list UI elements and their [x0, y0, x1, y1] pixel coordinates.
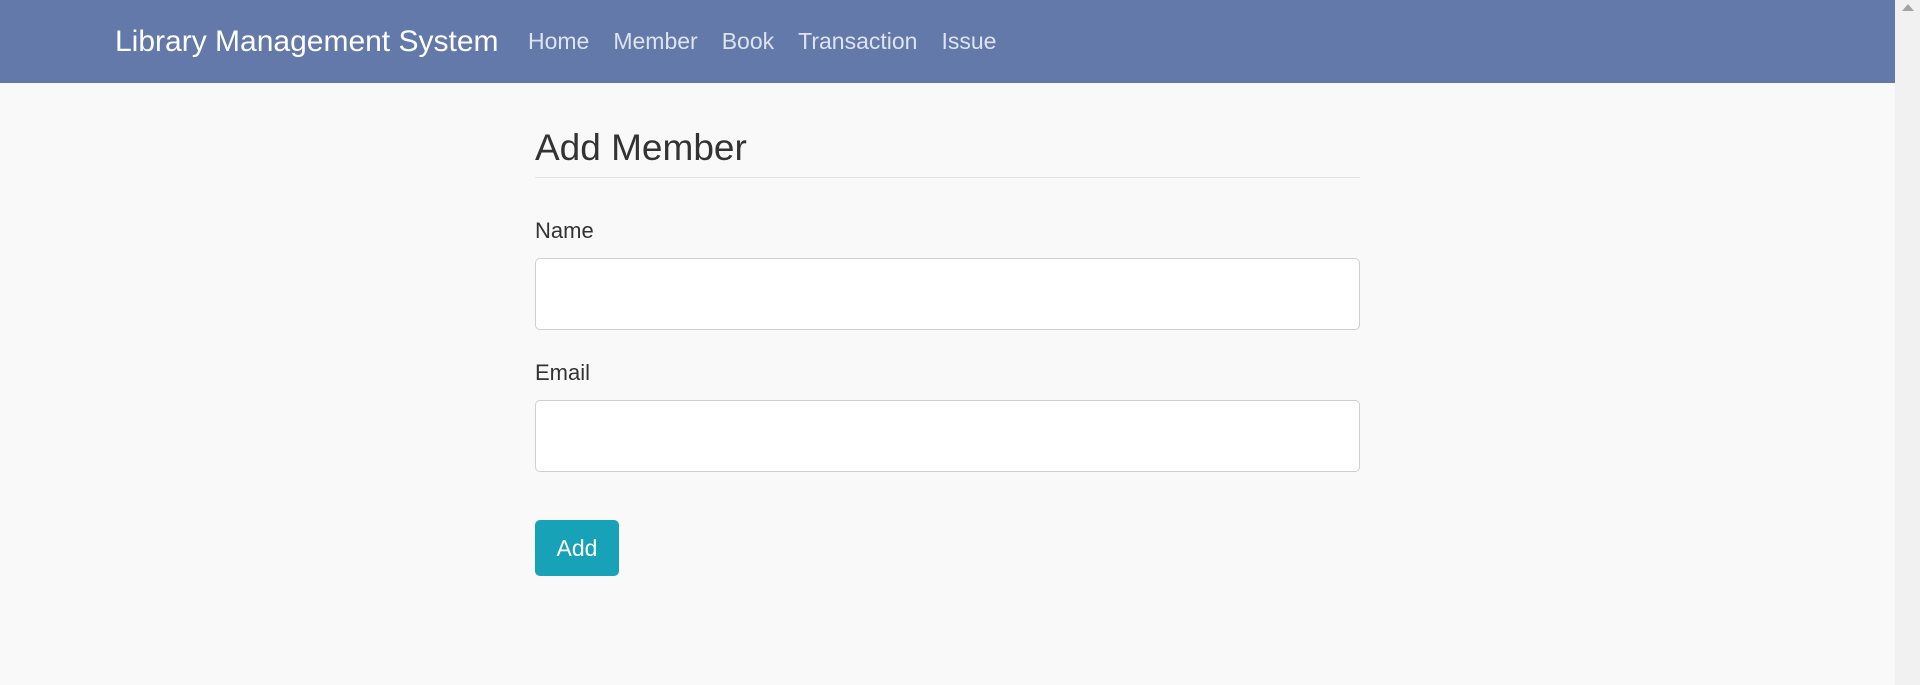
add-member-form: Add Member Name Email Add: [535, 125, 1360, 576]
name-input[interactable]: [535, 258, 1360, 330]
nav-link-book[interactable]: Book: [722, 28, 774, 55]
page: Library Management System Home Member Bo…: [0, 0, 1920, 685]
nav-link-home[interactable]: Home: [528, 28, 589, 55]
email-input[interactable]: [535, 400, 1360, 472]
nav-link-issue[interactable]: Issue: [941, 28, 996, 55]
scroll-up-arrow-icon[interactable]: [1902, 4, 1914, 11]
viewport: Library Management System Home Member Bo…: [0, 0, 1895, 685]
name-label: Name: [535, 218, 594, 243]
navbar: Library Management System Home Member Bo…: [0, 0, 1895, 83]
page-title: Add Member: [535, 125, 1360, 178]
add-button[interactable]: Add: [535, 520, 619, 576]
nav-links: Home Member Book Transaction Issue: [528, 0, 996, 83]
vertical-scrollbar[interactable]: [1895, 0, 1920, 685]
email-label: Email: [535, 360, 591, 385]
navbar-brand[interactable]: Library Management System: [115, 0, 499, 83]
nav-link-transaction[interactable]: Transaction: [798, 28, 917, 55]
nav-link-member[interactable]: Member: [613, 28, 697, 55]
